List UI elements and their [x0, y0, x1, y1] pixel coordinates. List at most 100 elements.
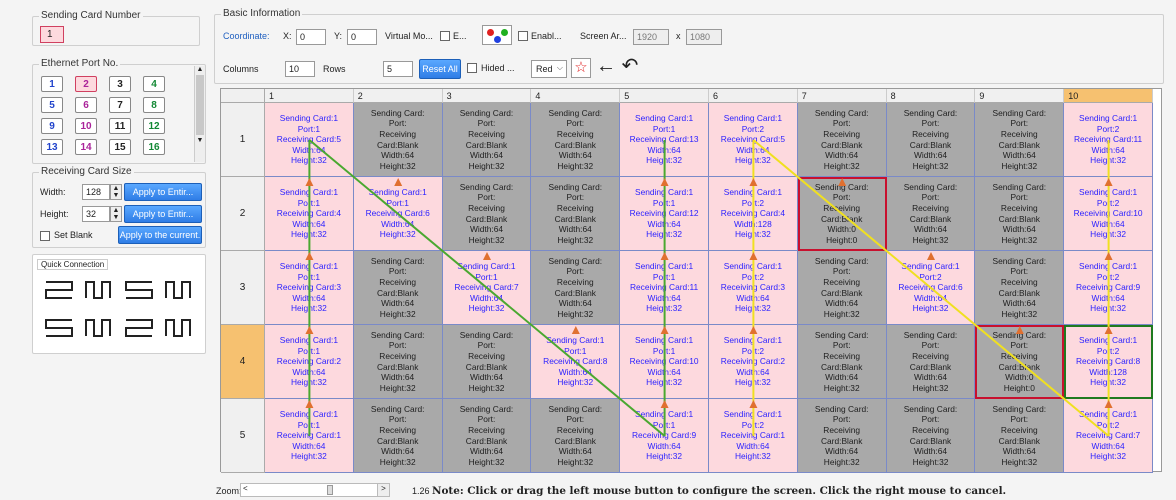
- grid-cell[interactable]: Sending Card:1 Port:1 Receiving Card:8 Widt…: [531, 325, 621, 399]
- grid-cell[interactable]: Sending Card:1 Port:1 Receiving Card:7 Widt…: [442, 251, 532, 325]
- grid-cell[interactable]: Sending Card: Port: Receiving Card:Blank Wid…: [975, 177, 1065, 251]
- grid-cell[interactable]: Sending Card: Port: Receiving Card:Blank Wid…: [886, 177, 976, 251]
- apply-entire-height-button[interactable]: Apply to Entir...: [124, 205, 202, 223]
- port-button[interactable]: 2: [75, 76, 97, 92]
- row-header[interactable]: 5: [221, 399, 265, 473]
- hided-checkbox[interactable]: [467, 63, 477, 73]
- quick-connection-icon[interactable]: [124, 314, 158, 340]
- sending-card-number[interactable]: 1: [40, 26, 64, 43]
- grid-cell[interactable]: Sending Card:1 Port:1 Receiving Card:1 Widt…: [265, 399, 354, 473]
- grid-cell[interactable]: Sending Card: Port: Receiving Card:Blank Wid…: [442, 325, 532, 399]
- grid-cell[interactable]: Sending Card:1 Port:1 Receiving Card:4 Widt…: [265, 177, 354, 251]
- grid-cell[interactable]: Sending Card: Port: Receiving Card:Blank Wid…: [886, 325, 976, 399]
- arrow-left-icon[interactable]: ←: [596, 56, 616, 78]
- port-scrollbar[interactable]: ▲ ▼: [194, 66, 205, 162]
- grid-cell[interactable]: Sending Card: Port: Receiving Card:Blank Wid…: [975, 325, 1065, 399]
- zoom-slider[interactable]: < >: [240, 483, 390, 497]
- row-header[interactable]: 4: [221, 325, 265, 399]
- width-spinner[interactable]: ▲ ▼: [110, 184, 122, 200]
- grid-cell[interactable]: Sending Card: Port: Receiving Card:Blank Wid…: [442, 399, 532, 473]
- grid-cell[interactable]: Sending Card:1 Port:2 Receiving Card:2 Widt…: [709, 325, 798, 399]
- zoom-right-icon[interactable]: >: [377, 484, 389, 496]
- quick-connection-icon[interactable]: [124, 276, 158, 302]
- grid-cell[interactable]: Sending Card:1 Port:1 Receiving Card:6 Widt…: [353, 177, 443, 251]
- line-color-select[interactable]: Red ⌵: [531, 60, 567, 78]
- y-input[interactable]: 0: [347, 29, 377, 45]
- row-header[interactable]: 3: [221, 251, 265, 325]
- grid-cell[interactable]: Sending Card:1 Port:1 Receiving Card:9 Widt…: [620, 399, 709, 473]
- grid-cell[interactable]: Sending Card:1 Port:1 Receiving Card:10 Wid…: [620, 325, 709, 399]
- port-button[interactable]: 15: [109, 139, 131, 155]
- apply-entire-width-button[interactable]: Apply to Entir...: [124, 183, 202, 201]
- port-button[interactable]: 5: [41, 97, 63, 113]
- grid-cell[interactable]: Sending Card:1 Port:2 Receiving Card:9 Widt…: [1064, 251, 1153, 325]
- quick-connection-icon[interactable]: [164, 276, 198, 302]
- grid-cell[interactable]: Sending Card: Port: Receiving Card:Blank Wid…: [442, 103, 532, 177]
- columns-input[interactable]: 10: [285, 61, 315, 77]
- quick-connection-icon[interactable]: [44, 276, 78, 302]
- grid-cell[interactable]: Sending Card: Port: Receiving Card:Blank Wid…: [797, 103, 887, 177]
- row-header[interactable]: 1: [221, 103, 265, 177]
- grid-cell[interactable]: Sending Card:1 Port:1 Receiving Card:5 Widt…: [265, 103, 354, 177]
- rows-input[interactable]: 5: [383, 61, 413, 77]
- grid-cell[interactable]: Sending Card:1 Port:2 Receiving Card:1 Widt…: [709, 399, 798, 473]
- column-header[interactable]: 9: [975, 89, 1065, 103]
- grid-cell[interactable]: Sending Card: Port: Receiving Card:Blank Wid…: [797, 177, 887, 251]
- column-header[interactable]: 2: [353, 89, 443, 103]
- grid-cell[interactable]: Sending Card: Port: Receiving Card:Blank Wid…: [975, 399, 1065, 473]
- column-header[interactable]: 4: [531, 89, 621, 103]
- scroll-up-icon[interactable]: ▲: [195, 66, 205, 73]
- apply-current-button[interactable]: Apply to the current.: [118, 226, 202, 244]
- column-header[interactable]: 10: [1064, 89, 1153, 103]
- grid-cell[interactable]: Sending Card:1 Port:1 Receiving Card:13 Wid…: [620, 103, 709, 177]
- port-button[interactable]: 14: [75, 139, 97, 155]
- grid-cell[interactable]: Sending Card:1 Port:1 Receiving Card:12 Wid…: [620, 177, 709, 251]
- port-button[interactable]: 4: [143, 76, 165, 92]
- grid-cell[interactable]: Sending Card:1 Port:2 Receiving Card:3 Widt…: [709, 251, 798, 325]
- scroll-down-icon[interactable]: ▼: [195, 137, 205, 144]
- undo-icon[interactable]: ↶: [620, 56, 640, 78]
- grid-cell[interactable]: Sending Card: Port: Receiving Card:Blank Wid…: [353, 325, 443, 399]
- zoom-thumb[interactable]: [327, 485, 333, 495]
- reset-all-button[interactable]: Reset All: [419, 59, 461, 79]
- virtual-mode-checkbox[interactable]: [440, 31, 450, 41]
- port-button[interactable]: 13: [41, 139, 63, 155]
- grid-cell[interactable]: Sending Card: Port: Receiving Card:Blank Wid…: [353, 103, 443, 177]
- port-button[interactable]: 1: [41, 76, 63, 92]
- grid-cell[interactable]: Sending Card:1 Port:2 Receiving Card:10 Wid…: [1064, 177, 1153, 251]
- screen-height-input[interactable]: 1080: [686, 29, 722, 45]
- grid-cell[interactable]: Sending Card: Port: Receiving Card:Blank Wid…: [353, 399, 443, 473]
- quick-connection-icon[interactable]: [44, 314, 78, 340]
- enable-checkbox[interactable]: [518, 31, 528, 41]
- grid-cell[interactable]: Sending Card:1 Port:1 Receiving Card:3 Widt…: [265, 251, 354, 325]
- grid-cell[interactable]: Sending Card: Port: Receiving Card:Blank Wid…: [531, 251, 621, 325]
- grid-cell[interactable]: Sending Card: Port: Receiving Card:Blank Wid…: [797, 325, 887, 399]
- grid-cell[interactable]: Sending Card:1 Port:2 Receiving Card:11 Wid…: [1064, 103, 1153, 177]
- port-button[interactable]: 3: [109, 76, 131, 92]
- screen-width-input[interactable]: 1920: [633, 29, 669, 45]
- quick-connection-icon[interactable]: [84, 276, 118, 302]
- grid-cell[interactable]: Sending Card: Port: Receiving Card:Blank Wid…: [531, 177, 621, 251]
- grid-cell[interactable]: Sending Card:1 Port:2 Receiving Card:6 Widt…: [886, 251, 976, 325]
- port-button[interactable]: 10: [75, 118, 97, 134]
- row-header[interactable]: 2: [221, 177, 265, 251]
- grid-cell[interactable]: Sending Card:1 Port:2 Receiving Card:7 Widt…: [1064, 399, 1153, 473]
- grid-cell[interactable]: Sending Card: Port: Receiving Card:Blank Wid…: [975, 251, 1065, 325]
- grid-cell[interactable]: Sending Card: Port: Receiving Card:Blank Wid…: [531, 399, 621, 473]
- color-dots-icon[interactable]: [482, 25, 512, 45]
- scroll-thumb[interactable]: [196, 75, 204, 135]
- star-icon[interactable]: ☆: [571, 58, 591, 78]
- width-input[interactable]: 128: [82, 184, 110, 200]
- grid-cell[interactable]: Sending Card: Port: Receiving Card:Blank Wid…: [442, 177, 532, 251]
- zoom-left-icon[interactable]: <: [243, 484, 248, 493]
- grid-cell[interactable]: Sending Card: Port: Receiving Card:Blank Wid…: [531, 103, 621, 177]
- grid-cell[interactable]: Sending Card: Port: Receiving Card:Blank Wid…: [797, 399, 887, 473]
- grid-cell[interactable]: Sending Card:1 Port:1 Receiving Card:11 Wid…: [620, 251, 709, 325]
- grid-cell[interactable]: Sending Card: Port: Receiving Card:Blank Wid…: [353, 251, 443, 325]
- port-button[interactable]: 8: [143, 97, 165, 113]
- quick-connection-icon[interactable]: [84, 314, 118, 340]
- port-button[interactable]: 6: [75, 97, 97, 113]
- grid-cell[interactable]: Sending Card:1 Port:2 Receiving Card:5 Widt…: [709, 103, 798, 177]
- grid-cell[interactable]: Sending Card:1 Port:2 Receiving Card:8 Widt…: [1064, 325, 1153, 399]
- port-button[interactable]: 9: [41, 118, 63, 134]
